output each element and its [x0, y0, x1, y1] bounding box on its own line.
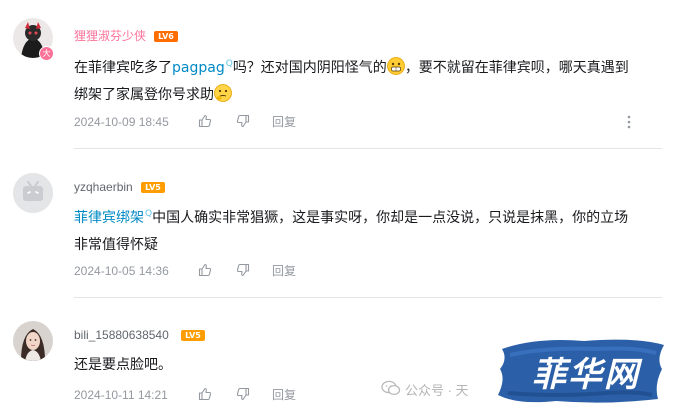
- avatar-image: [13, 321, 53, 361]
- divider: [74, 148, 662, 149]
- search-icon: Q: [225, 59, 233, 69]
- comment-date: 2024-10-05 14:36: [74, 264, 169, 278]
- avatar[interactable]: [13, 321, 53, 361]
- level-badge: LV5: [141, 182, 165, 193]
- default-avatar-icon: [13, 173, 53, 213]
- reply-button[interactable]: 回复: [272, 114, 296, 130]
- comment-content: 在菲律宾吃多了pagpagQ吗？还对国内阴阳怪气的 ，要不就留在菲律宾呗，哪天真遇…: [74, 57, 629, 103]
- divider: [74, 297, 662, 298]
- reply-button[interactable]: 回复: [272, 263, 296, 279]
- watermark-text: 公众号 · 天: [405, 383, 469, 398]
- thinking-emoji-icon: [214, 84, 232, 102]
- avatar[interactable]: [13, 173, 53, 213]
- search-icon: Q: [145, 209, 153, 219]
- logo-text: 菲华网: [532, 355, 640, 395]
- username[interactable]: 狸狸淑芬少侠: [74, 28, 146, 44]
- level-badge: LV6: [154, 31, 178, 42]
- thumbs-up-icon[interactable]: [198, 387, 212, 401]
- level-badge: LV5: [181, 330, 205, 341]
- comment-date: 2024-10-09 18:45: [74, 115, 169, 129]
- grin-emoji-icon: [386, 57, 405, 75]
- reply-button[interactable]: 回复: [272, 387, 296, 403]
- username[interactable]: yzqhaerbin: [74, 179, 133, 195]
- site-logo-banner: 菲华网: [496, 335, 668, 405]
- comment-date: 2024-10-11 14:21: [74, 388, 168, 402]
- comment-content: 菲律宾绑架Q中国人确实非常猖獗，这是事实呀，你却是一点没说，只说是抹黑，你的立场…: [74, 209, 629, 253]
- more-options-icon[interactable]: [626, 115, 632, 129]
- thumbs-up-icon[interactable]: [198, 263, 212, 277]
- avatar-badge: 大: [39, 46, 54, 61]
- username[interactable]: bili_15880638540: [74, 327, 169, 343]
- thumbs-down-icon[interactable]: [236, 387, 250, 401]
- thumbs-down-icon[interactable]: [236, 114, 250, 128]
- keyword-link[interactable]: pagpag: [172, 60, 225, 76]
- thumbs-up-icon[interactable]: [198, 114, 212, 128]
- wechat-icon: [381, 380, 401, 396]
- keyword-link[interactable]: 菲律宾绑架: [74, 210, 144, 226]
- thumbs-down-icon[interactable]: [236, 263, 250, 277]
